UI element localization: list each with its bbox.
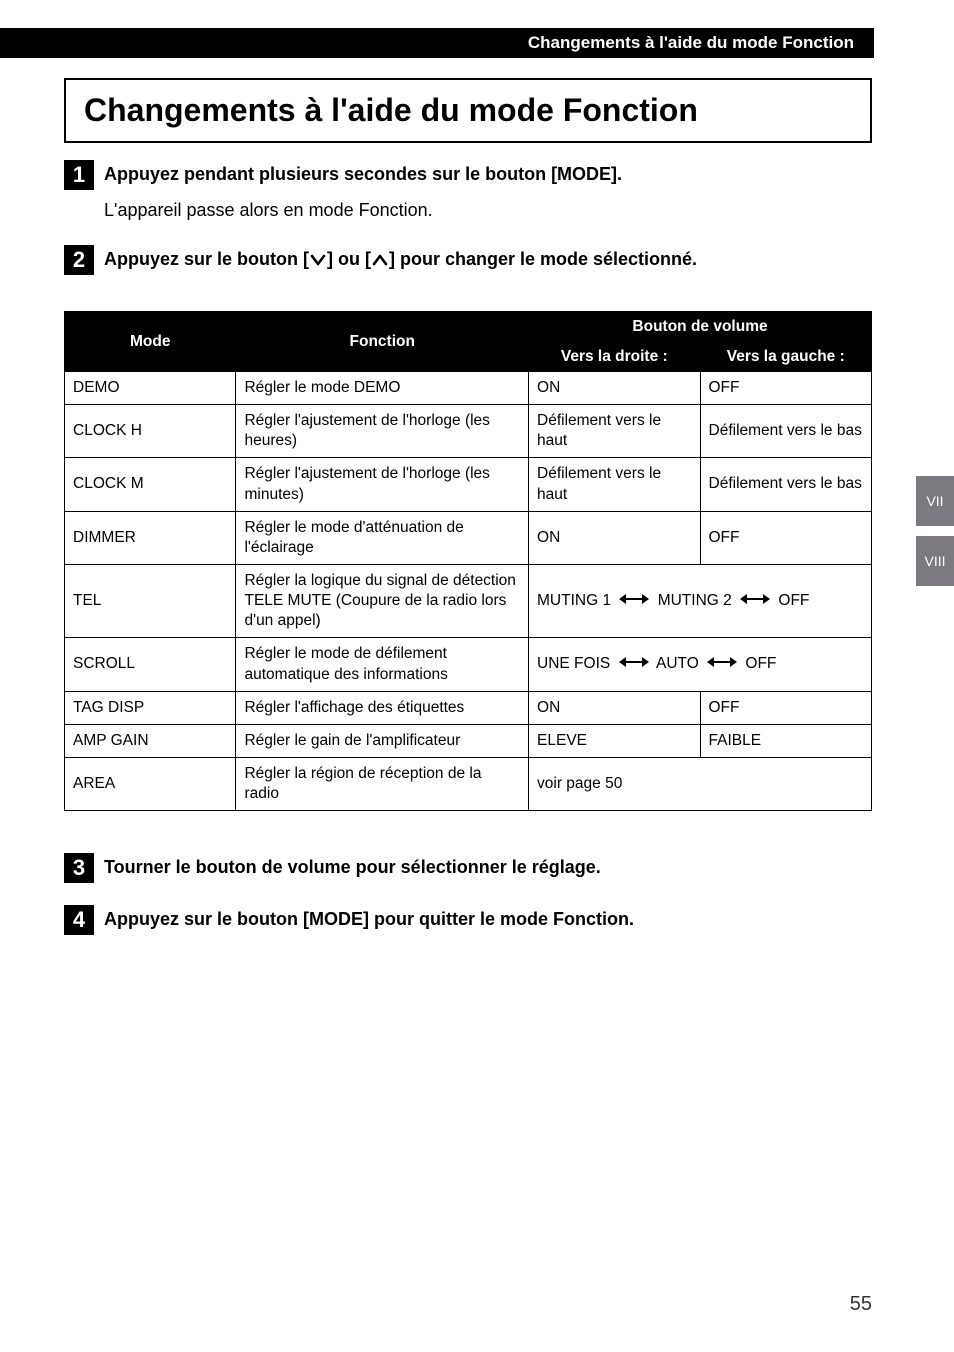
cell-left: Défilement vers le bas	[700, 458, 872, 511]
chevron-up-icon	[372, 253, 388, 267]
function-mode-table: Mode Fonction Bouton de volume Vers la d…	[64, 311, 872, 811]
step-4: 4 Appuyez sur le bouton [MODE] pour quit…	[64, 905, 872, 935]
cell-fn: Régler l'ajustement de l'horloge (les mi…	[236, 458, 529, 511]
double-arrow-icon	[619, 591, 649, 611]
table-row: TEL Régler la logique du signal de détec…	[65, 564, 872, 637]
seq-part: UNE FOIS	[537, 656, 610, 673]
th-left: Vers la gauche :	[700, 343, 872, 372]
seq-part: MUTING 1	[537, 592, 611, 609]
cell-fn: Régler l'affichage des étiquettes	[236, 691, 529, 724]
step-2: 2 Appuyez sur le bouton [ ] ou [ ] pour ch…	[64, 245, 872, 275]
page-title: Changements à l'aide du mode Fonction	[64, 78, 872, 143]
cell-fn: Régler la région de réception de la radi…	[236, 757, 529, 810]
step-2-title: Appuyez sur le bouton [ ] ou [ ] pour chan…	[104, 245, 697, 271]
cell-mode: AREA	[65, 757, 236, 810]
header-breadcrumb: Changements à l'aide du mode Fonction	[0, 28, 874, 58]
table-row: CLOCK H Régler l'ajustement de l'horloge…	[65, 405, 872, 458]
step-2-title-part: ] ou [	[327, 249, 371, 269]
step-2-title-part: ] pour changer le mode sélectionné.	[389, 249, 697, 269]
cell-right: ON	[529, 691, 700, 724]
seq-part: OFF	[745, 656, 776, 673]
cell-mode: SCROLL	[65, 638, 236, 691]
cell-fn: Régler le mode d'atténuation de l'éclair…	[236, 511, 529, 564]
cell-fn: Régler le mode DEMO	[236, 372, 529, 405]
table-row: AMP GAIN Régler le gain de l'amplificate…	[65, 724, 872, 757]
cell-right: ON	[529, 511, 700, 564]
cell-fn: Régler l'ajustement de l'horloge (les he…	[236, 405, 529, 458]
cell-right: Défilement vers le haut	[529, 458, 700, 511]
th-fn: Fonction	[236, 312, 529, 372]
th-right: Vers la droite :	[529, 343, 700, 372]
cell-right: ELEVE	[529, 724, 700, 757]
cell-fn: Régler le gain de l'amplificateur	[236, 724, 529, 757]
cell-left: FAIBLE	[700, 724, 872, 757]
main-content: 1 Appuyez pendant plusieurs secondes sur…	[64, 160, 872, 943]
cell-right: Défilement vers le haut	[529, 405, 700, 458]
side-tab-vii: VII	[916, 476, 954, 526]
cell-mode: TAG DISP	[65, 691, 236, 724]
table-row: AREA Régler la région de réception de la…	[65, 757, 872, 810]
cell-mode: DIMMER	[65, 511, 236, 564]
table-row: SCROLL Régler le mode de défilement auto…	[65, 638, 872, 691]
double-arrow-icon	[707, 654, 737, 674]
th-vol: Bouton de volume	[529, 312, 872, 343]
cell-mode: CLOCK H	[65, 405, 236, 458]
step-1-title: Appuyez pendant plusieurs secondes sur l…	[104, 160, 622, 186]
cell-left: Défilement vers le bas	[700, 405, 872, 458]
step-number: 1	[64, 160, 94, 190]
cell-left: OFF	[700, 691, 872, 724]
step-number: 2	[64, 245, 94, 275]
cell-left: OFF	[700, 511, 872, 564]
seq-part: OFF	[778, 592, 809, 609]
breadcrumb-text: Changements à l'aide du mode Fonction	[528, 33, 854, 53]
cell-mode: TEL	[65, 564, 236, 637]
seq-part: AUTO	[656, 656, 699, 673]
page-number: 55	[850, 1293, 872, 1316]
cell-left: OFF	[700, 372, 872, 405]
th-mode: Mode	[65, 312, 236, 372]
cell-seq: MUTING 1 MUTING 2 OFF	[529, 564, 872, 637]
cell-mode: CLOCK M	[65, 458, 236, 511]
seq-part: MUTING 2	[658, 592, 732, 609]
step-1-body: L'appareil passe alors en mode Fonction.	[104, 200, 872, 221]
step-4-title: Appuyez sur le bouton [MODE] pour quitte…	[104, 905, 634, 931]
side-tab-viii: VIII	[916, 536, 954, 586]
chevron-down-icon	[310, 253, 326, 267]
double-arrow-icon	[619, 654, 649, 674]
cell-seq: UNE FOIS AUTO OFF	[529, 638, 872, 691]
table-row: TAG DISP Régler l'affichage des étiquett…	[65, 691, 872, 724]
step-2-title-part: Appuyez sur le bouton [	[104, 249, 309, 269]
cell-mode: DEMO	[65, 372, 236, 405]
table-row: DIMMER Régler le mode d'atténuation de l…	[65, 511, 872, 564]
cell-fn: Régler le mode de défilement automatique…	[236, 638, 529, 691]
step-3-title: Tourner le bouton de volume pour sélecti…	[104, 853, 601, 879]
step-number: 3	[64, 853, 94, 883]
step-1: 1 Appuyez pendant plusieurs secondes sur…	[64, 160, 872, 190]
cell-merged: voir page 50	[529, 757, 872, 810]
cell-mode: AMP GAIN	[65, 724, 236, 757]
cell-fn: Régler la logique du signal de détection…	[236, 564, 529, 637]
table-row: DEMO Régler le mode DEMO ON OFF	[65, 372, 872, 405]
table-row: CLOCK M Régler l'ajustement de l'horloge…	[65, 458, 872, 511]
step-3: 3 Tourner le bouton de volume pour sélec…	[64, 853, 872, 883]
double-arrow-icon	[740, 591, 770, 611]
cell-right: ON	[529, 372, 700, 405]
step-number: 4	[64, 905, 94, 935]
